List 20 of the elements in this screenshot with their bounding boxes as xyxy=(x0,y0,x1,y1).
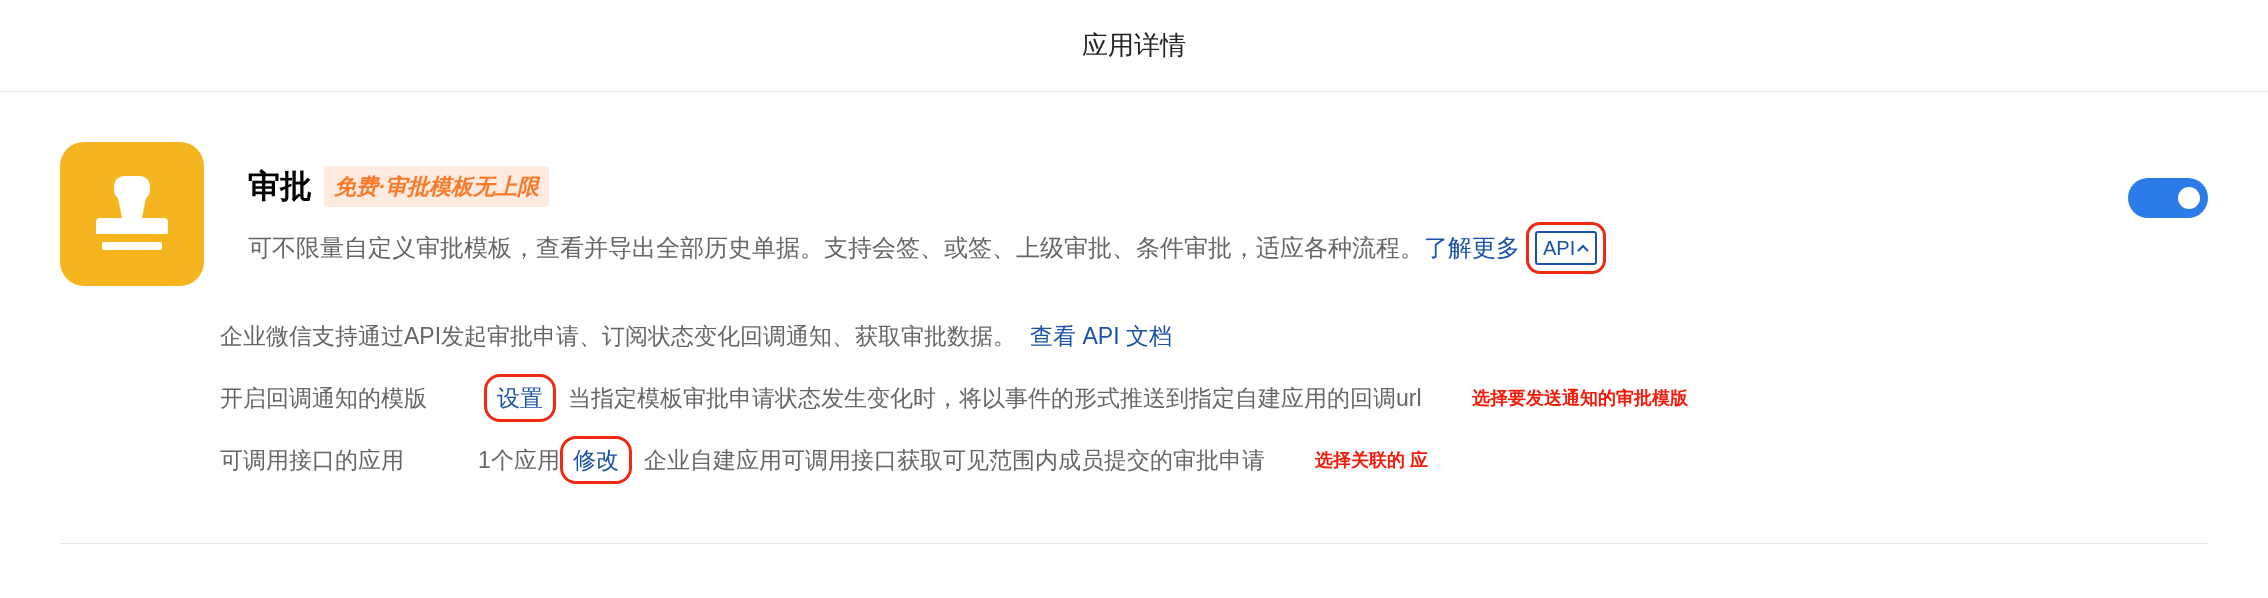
setting-label: 可调用接口的应用 xyxy=(220,445,405,475)
annotation-note: 选择关联的 应 xyxy=(1314,448,1428,472)
api-intro-text: 企业微信支持通过API发起审批申请、订阅状态变化回调通知、获取审批数据。 xyxy=(220,321,1017,351)
setting-description: 企业自建应用可调用接口获取可见范围内成员提交的审批申请 xyxy=(643,445,1265,475)
stamp-icon xyxy=(60,142,204,286)
page-title: 应用详情 xyxy=(1082,29,1186,62)
setting-value: 1个应用 xyxy=(478,445,560,475)
annotation-note: 选择要发送通知的审批模版 xyxy=(1471,386,1688,410)
setting-action-link[interactable]: 设置 xyxy=(484,373,556,423)
setting-action-link[interactable]: 修改 xyxy=(559,435,632,485)
setting-label: 开启回调通知的模版 xyxy=(220,383,428,413)
setting-description: 当指定模板审批申请状态发生变化时，将以事件的形式推送到指定自建应用的回调url xyxy=(568,383,1422,413)
promo-tag: 免费·审批模板无上限 xyxy=(324,165,550,207)
caret-icon xyxy=(1577,244,1590,252)
app-description: 可不限量自定义审批模板，查看并导出全部历史单据。支持会签、或签、上级审批、条件审批，适应各种流程。 xyxy=(248,233,1424,263)
api-docs-link[interactable]: 查看 API 文档 xyxy=(1030,318,1172,354)
app-name: 审批 xyxy=(248,167,312,206)
learn-more-link[interactable]: 了解更多 xyxy=(1424,230,1520,266)
enable-switch[interactable] xyxy=(2128,178,2208,218)
api-toggle-button[interactable]: API xyxy=(1535,231,1598,265)
